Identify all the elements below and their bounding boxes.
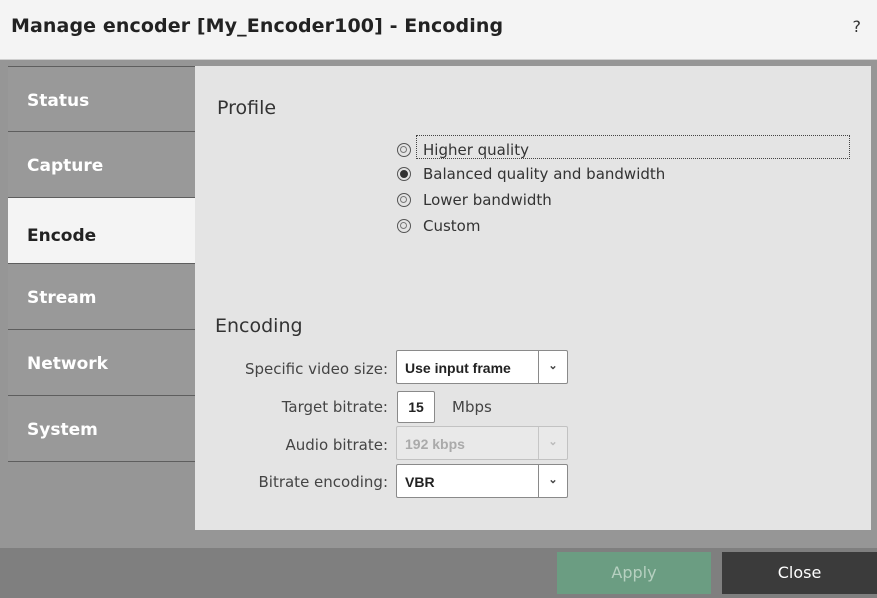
target-bitrate-input[interactable]: 15 — [397, 391, 435, 423]
video-size-select[interactable]: Use input frame ⌄ — [396, 350, 568, 384]
radio-checked-icon — [397, 167, 411, 181]
bitrate-encoding-select[interactable]: VBR ⌄ — [396, 464, 568, 498]
video-size-label: Specific video size: — [244, 360, 388, 378]
window-title: Manage encoder [My_Encoder100] - Encodin… — [11, 15, 504, 37]
chevron-down-icon: ⌄ — [538, 465, 567, 497]
sidebar: Status Capture Encode Stream Network Sys… — [8, 66, 195, 462]
radio-balanced[interactable]: Balanced quality and bandwidth — [397, 163, 665, 185]
radio-higher-quality[interactable]: Higher quality — [397, 139, 529, 161]
video-size-value: Use input frame — [405, 360, 511, 376]
chevron-down-icon: ⌄ — [538, 427, 567, 459]
radio-label: Lower bandwidth — [423, 191, 552, 209]
radio-lower-bandwidth[interactable]: Lower bandwidth — [397, 189, 552, 211]
sidebar-item-stream[interactable]: Stream — [8, 264, 195, 330]
sidebar-item-system[interactable]: System — [8, 396, 195, 462]
radio-icon — [397, 143, 411, 157]
encoding-heading: Encoding — [215, 315, 303, 337]
close-button[interactable]: Close — [722, 552, 877, 594]
target-bitrate-label: Target bitrate: — [281, 398, 388, 416]
sidebar-item-network[interactable]: Network — [8, 330, 195, 396]
chevron-down-icon: ⌄ — [538, 351, 567, 383]
target-bitrate-unit: Mbps — [452, 398, 492, 416]
profile-heading: Profile — [217, 97, 277, 119]
apply-button[interactable]: Apply — [557, 552, 711, 594]
audio-bitrate-value: 192 kbps — [405, 436, 465, 452]
radio-label: Balanced quality and bandwidth — [423, 165, 666, 183]
encode-panel: Profile Higher quality Balanced quality … — [195, 66, 871, 530]
radio-custom[interactable]: Custom — [397, 215, 480, 237]
radio-label: Custom — [423, 217, 481, 235]
sidebar-item-status[interactable]: Status — [8, 66, 195, 132]
radio-icon — [397, 193, 411, 207]
radio-label: Higher quality — [423, 141, 529, 159]
audio-bitrate-select: 192 kbps ⌄ — [396, 426, 568, 460]
sidebar-item-encode[interactable]: Encode — [8, 198, 195, 264]
audio-bitrate-label: Audio bitrate: — [285, 436, 389, 454]
sidebar-item-capture[interactable]: Capture — [8, 132, 195, 198]
bitrate-encoding-label: Bitrate encoding: — [258, 473, 388, 491]
radio-icon — [397, 219, 411, 233]
bitrate-encoding-value: VBR — [405, 474, 435, 490]
help-button[interactable]: ? — [853, 17, 862, 36]
title-bar: Manage encoder [My_Encoder100] - Encodin… — [0, 0, 877, 60]
